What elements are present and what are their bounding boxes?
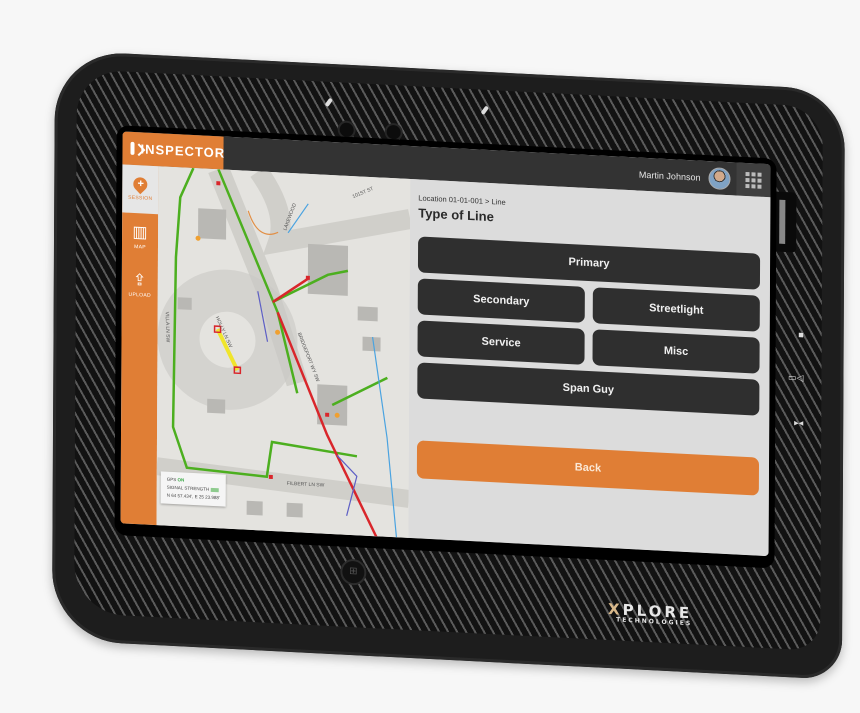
inspector-app: INSPECTOR Martin Johnson + SESSION ▥ MAP: [120, 131, 771, 557]
sidebar-item-label: SESSION: [128, 194, 153, 202]
secondary-button[interactable]: Secondary: [417, 278, 585, 323]
gps-status-panel: GPS ON SIGNAL STRENGTH N 64 57.434', E 2…: [160, 471, 226, 507]
user-info[interactable]: Martin Johnson: [639, 158, 731, 196]
gps-label: GPS: [166, 476, 177, 483]
tablet-device: ■ ▭◁ ▸◂ ⊞ XPLORE TECHNOLOGIES INSPECTOR …: [51, 50, 845, 680]
grid-icon: [745, 171, 750, 176]
user-name: Martin Johnson: [638, 169, 701, 183]
streetlight-button[interactable]: Streetlight: [592, 287, 760, 332]
map-icon: ▥: [132, 223, 148, 242]
home-button[interactable]: ⊞: [342, 560, 365, 584]
inspector-logo-icon: [130, 141, 135, 156]
sidebar-item-map[interactable]: ▥ MAP: [122, 212, 158, 262]
back-button[interactable]: Back: [416, 440, 760, 496]
battery-icon: ▭◁: [788, 372, 804, 383]
line-type-panel: Location 01-01-001 > Line Type of Line P…: [408, 179, 771, 557]
signal-strength-icon: [211, 487, 220, 493]
sidebar-item-label: UPLOAD: [128, 291, 151, 299]
screen: INSPECTOR Martin Johnson + SESSION ▥ MAP: [114, 125, 777, 569]
signal-strength-label: SIGNAL STRENGTH: [166, 484, 210, 492]
sidebar-item-label: MAP: [134, 244, 146, 251]
sidebar-item-upload[interactable]: ⇪ UPLOAD: [122, 260, 158, 310]
brand-logo: XPLORE TECHNOLOGIES: [608, 600, 692, 627]
apps-grid-button[interactable]: [736, 162, 771, 198]
sensor-icon: [386, 124, 401, 140]
service-button[interactable]: Service: [417, 320, 585, 365]
indicator-dot-icon: ■: [798, 329, 804, 340]
misc-button[interactable]: Misc: [592, 329, 760, 374]
gps-status: ON: [177, 477, 185, 483]
app-logo[interactable]: INSPECTOR: [122, 131, 226, 170]
camera-icon: [339, 122, 354, 138]
app-title: INSPECTOR: [140, 141, 226, 161]
street-label: VILLA LN SW: [164, 312, 171, 343]
gps-coordinates: N 64 57.434', E 25 23.988': [166, 492, 220, 501]
media-icon: ▸◂: [794, 417, 804, 428]
map-view[interactable]: LAKEWOOD 101ST ST BRIDGEPORT WY SW HOLLY…: [156, 166, 411, 538]
add-location-pin-icon: +: [130, 174, 151, 195]
sidebar: + SESSION ▥ MAP ⇪ UPLOAD: [120, 164, 159, 526]
upload-icon: ⇪: [132, 271, 147, 290]
sidebar-item-session[interactable]: + SESSION: [122, 164, 159, 215]
avatar[interactable]: [708, 166, 731, 190]
